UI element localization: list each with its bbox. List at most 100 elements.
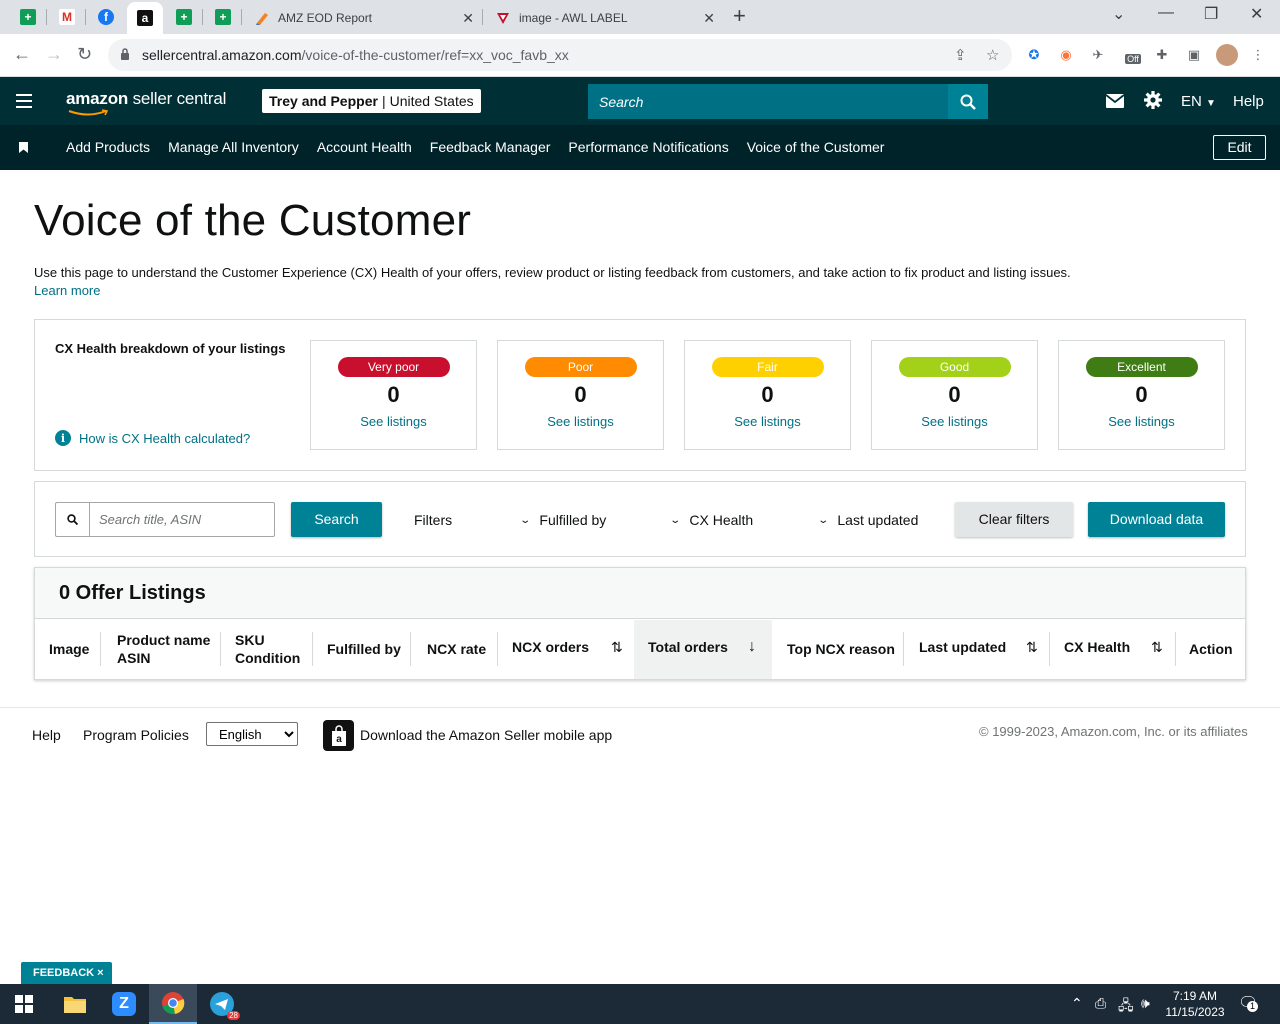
nav-manage-all-inventory[interactable]: Manage All Inventory: [159, 139, 308, 155]
minimize-icon[interactable]: —: [1158, 4, 1174, 22]
nav-voice-of-the-customer[interactable]: Voice of the Customer: [738, 139, 894, 155]
pinned-tab-amazon-active[interactable]: a: [127, 2, 163, 34]
col-fulfilled-by[interactable]: Fulfilled by: [327, 640, 401, 658]
pinned-tab-sheets-3[interactable]: +: [209, 5, 237, 29]
mail-icon[interactable]: [1106, 94, 1124, 108]
footer-help-link[interactable]: Help: [32, 727, 61, 743]
see-listings-link[interactable]: See listings: [311, 414, 476, 429]
search-title-asin-input[interactable]: [91, 503, 274, 536]
show-hidden-icons-chevron-icon[interactable]: ⌃: [1071, 995, 1083, 1012]
header-search-input[interactable]: Search: [588, 84, 948, 119]
extension-off-icon[interactable]: Off: [1121, 46, 1145, 64]
header-help-link[interactable]: Help: [1233, 93, 1264, 110]
col-last-updated[interactable]: Last updated: [919, 638, 1006, 656]
tab-title: AMZ EOD Report: [278, 11, 373, 25]
pinned-tab-facebook[interactable]: f: [92, 5, 120, 29]
settings-gear-icon[interactable]: [1144, 91, 1162, 109]
edit-nav-button[interactable]: Edit: [1213, 135, 1266, 160]
hamburger-menu-icon[interactable]: [16, 94, 32, 108]
bookmark-star-icon[interactable]: ☆: [986, 46, 999, 64]
feedback-tab[interactable]: FEEDBACK ×: [21, 962, 112, 984]
sort-descending-arrow-icon[interactable]: ↓: [748, 638, 756, 656]
reload-icon[interactable]: ↻: [77, 44, 92, 65]
footer-divider: [0, 707, 1280, 708]
fulfilled-by-dropdown[interactable]: ⌄ Fulfilled by: [519, 512, 606, 528]
notifications-icon[interactable]: 🗨 1: [1238, 993, 1258, 1013]
pinned-tab-sheets-1[interactable]: +: [14, 5, 42, 29]
tab-image-awl-label[interactable]: image - AWL LABEL ✕: [483, 2, 723, 34]
meet-now-icon[interactable]: ⎙: [1095, 995, 1106, 1012]
tab-amz-eod-report[interactable]: AMZ EOD Report ✕: [242, 2, 482, 34]
learn-more-link[interactable]: Learn more: [34, 282, 1234, 300]
google-sheets-icon: +: [20, 9, 36, 25]
download-data-button[interactable]: Download data: [1088, 502, 1225, 537]
back-arrow-icon[interactable]: ←: [13, 44, 31, 65]
extensions-puzzle-icon[interactable]: ✚: [1153, 46, 1171, 64]
header-search-button[interactable]: [948, 84, 988, 119]
last-updated-dropdown[interactable]: ⌄ Last updated: [817, 512, 918, 528]
chrome-icon[interactable]: [149, 984, 197, 1024]
nav-add-products[interactable]: Add Products: [57, 139, 159, 155]
amazon-seller-central-logo[interactable]: amazon seller central: [66, 89, 226, 116]
forward-arrow-icon[interactable]: →: [45, 44, 63, 65]
nav-account-health[interactable]: Account Health: [308, 139, 421, 155]
zoom-icon[interactable]: Z: [100, 984, 148, 1024]
notification-count: 1: [1247, 1001, 1258, 1012]
col-cx-health[interactable]: CX Health: [1064, 638, 1130, 656]
nav-feedback-manager[interactable]: Feedback Manager: [421, 139, 560, 155]
col-top-ncx-reason[interactable]: Top NCX reason: [787, 640, 895, 658]
download-app-link[interactable]: Download the Amazon Seller mobile app: [360, 727, 612, 743]
close-tab-icon[interactable]: ✕: [703, 10, 715, 27]
language-selector[interactable]: EN ▼: [1181, 93, 1216, 110]
close-tab-icon[interactable]: ✕: [462, 10, 474, 27]
info-icon: i: [55, 430, 71, 446]
file-explorer-icon[interactable]: [51, 984, 99, 1024]
cx-card-very-poor: Very poor 0 See listings: [310, 340, 477, 450]
see-listings-link[interactable]: See listings: [685, 414, 850, 429]
side-panel-icon[interactable]: ▣: [1185, 46, 1203, 64]
col-ncx-rate[interactable]: NCX rate: [427, 640, 486, 658]
tab-search-chevron-icon[interactable]: ⌄: [1112, 4, 1125, 24]
col-product-name[interactable]: Product name ASIN: [117, 631, 210, 667]
see-listings-link[interactable]: See listings: [1059, 414, 1224, 429]
sort-both-icon[interactable]: ⇅: [1026, 639, 1038, 656]
col-total-orders[interactable]: Total orders: [648, 638, 728, 656]
col-ncx-orders[interactable]: NCX orders: [512, 638, 589, 656]
filters-label: Filters: [414, 512, 453, 528]
volume-icon[interactable]: 🕪: [1141, 995, 1150, 1012]
clear-filters-button[interactable]: Clear filters: [955, 502, 1073, 537]
see-listings-link[interactable]: See listings: [872, 414, 1037, 429]
store-switcher[interactable]: Trey and Pepper | United States: [262, 89, 481, 113]
new-tab-plus-icon[interactable]: +: [733, 5, 746, 27]
col-sku[interactable]: SKU Condition: [235, 631, 300, 667]
sort-both-icon[interactable]: ⇅: [611, 639, 623, 656]
program-policies-link[interactable]: Program Policies: [83, 727, 189, 743]
cx-badge: Poor: [524, 357, 637, 377]
telegram-icon[interactable]: 28: [198, 984, 246, 1024]
network-icon[interactable]: 🖧: [1118, 995, 1134, 1019]
address-bar[interactable]: sellercentral.amazon.com/voice-of-the-cu…: [108, 39, 1012, 71]
browser-menu-icon[interactable]: ⋮: [1249, 46, 1267, 64]
bookmark-icon[interactable]: [19, 142, 28, 153]
extension-icon[interactable]: ✈: [1089, 46, 1107, 64]
restore-icon[interactable]: ❐: [1204, 4, 1218, 24]
profile-avatar[interactable]: [1216, 44, 1238, 66]
cx-health-calculation-link[interactable]: i How is CX Health calculated?: [55, 430, 250, 446]
amazon-seller-app-icon[interactable]: a: [323, 720, 354, 751]
offer-listings-table: 0 Offer Listings Image Product name ASIN …: [34, 567, 1246, 680]
see-listings-link[interactable]: See listings: [498, 414, 663, 429]
bookmark-navigation-bar: Add Products Manage All Inventory Accoun…: [0, 125, 1280, 170]
nav-performance-notifications[interactable]: Performance Notifications: [559, 139, 737, 155]
footer-language-select[interactable]: English: [206, 722, 298, 746]
taskbar-clock[interactable]: 7:19 AM 11/15/2023: [1163, 988, 1227, 1020]
extension-icon[interactable]: ◉: [1057, 46, 1075, 64]
extension-icon[interactable]: ✪: [1025, 46, 1043, 64]
share-icon[interactable]: ⇪: [954, 46, 967, 64]
pinned-tab-sheets-2[interactable]: +: [170, 5, 198, 29]
search-button[interactable]: Search: [291, 502, 382, 537]
cx-health-dropdown[interactable]: ⌄ CX Health: [669, 512, 753, 528]
sort-both-icon[interactable]: ⇅: [1151, 639, 1163, 656]
close-window-icon[interactable]: ✕: [1250, 4, 1263, 24]
pinned-tab-gmail[interactable]: M: [53, 5, 81, 29]
windows-start-icon[interactable]: [0, 984, 48, 1024]
